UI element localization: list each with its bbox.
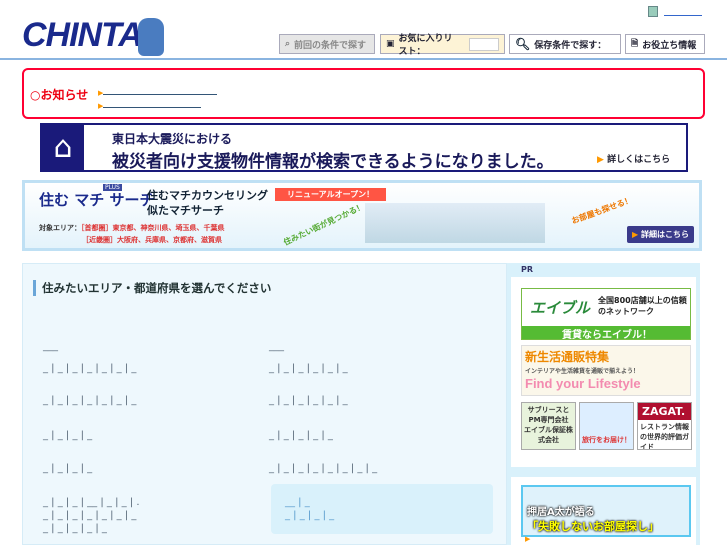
- lifestyle-ad[interactable]: 新生活通販特集 インテリアや生活雑貨を通販で揃えよう！ Find your Li…: [521, 345, 691, 396]
- area-kinki: ［近畿圏］大阪府、兵庫県、京都府、滋賀県: [82, 236, 222, 244]
- pr-label: PR: [521, 265, 534, 274]
- area-label: 対象エリア：: [39, 224, 81, 232]
- plus-badge: PLUS: [103, 184, 122, 191]
- renewal-ribbon: リニューアルオープン！: [275, 188, 387, 201]
- notice-link-1[interactable]: ▶: [98, 84, 218, 98]
- machi-tagline1: 住むマチカウンセリング: [147, 189, 268, 202]
- favorites-count-field[interactable]: [469, 37, 499, 51]
- machi-logo: 住む マチ サーチ: [39, 191, 155, 209]
- area-heading: 住みたいエリア・都道府県を選んでください: [33, 280, 271, 296]
- region-link-group[interactable]: _ | _ | _ | _: [43, 462, 92, 475]
- banner-details-link[interactable]: ▶ 詳しくはこちら: [597, 152, 670, 165]
- region-link-group[interactable]: _ | _ | _ | _ | _ | _: [269, 394, 348, 407]
- region-link-group[interactable]: _ | _ | _ | _ | _: [269, 429, 333, 442]
- region-link-group[interactable]: _ | _ | _ | _: [43, 429, 92, 442]
- region-link-group[interactable]: _ | _ | _ | __ | _ | _ | . _ | _ | _ | _…: [43, 496, 140, 535]
- region-link-group[interactable]: _ | _ | _ | _ | _ | _ | _ | _: [269, 462, 377, 475]
- area-selection-panel: 住みたいエリア・都道府県を選んでください ‾‾‾ _ | _ | _ | _ |…: [22, 263, 507, 545]
- search-icon: 🔍︎: [515, 37, 531, 51]
- region-link-group[interactable]: _ | _ | _ | _ | _ | _ | _: [43, 394, 136, 407]
- favorites-icon: ▣: [386, 39, 395, 49]
- header-divider: [0, 58, 727, 60]
- earthquake-banner[interactable]: ⌂ 東日本大震災における 被災者向け支援物件情報が検索できるようになりました。 …: [40, 123, 688, 172]
- find-town-text: 住みたい街が見つかる！: [282, 201, 366, 248]
- mascot-image: [138, 18, 164, 56]
- notice-link-2[interactable]: ▶: [98, 97, 202, 111]
- user-link[interactable]: [664, 15, 702, 16]
- zagat-ad[interactable]: ZAGAT. レストラン情報の世界的評価ガイド: [637, 402, 692, 450]
- able-guarantee-ad[interactable]: サブリースとPM専門会社 エイブル保証株式会社: [521, 402, 576, 450]
- banner-line2: 被災者向け支援物件情報が検索できるようになりました。: [112, 152, 554, 172]
- machi-search-banner[interactable]: 住む マチ サーチ PLUS 住むマチカウンセリング 似たマチサーチ リニューア…: [22, 180, 702, 251]
- chintai-travel-ad[interactable]: 旅行をお届け！: [579, 402, 634, 450]
- find-room-text: お部屋も探せる！: [570, 195, 634, 226]
- area-kanto: ［首都圏］東京都、神奈川県、埼玉県、千葉県: [81, 224, 225, 232]
- pr-sidebar: PR エイブル 全国800店舗以上の信頼のネットワーク 賃貸ならエイブル！ 新生…: [507, 263, 700, 545]
- able-ad[interactable]: エイブル 全国800店舗以上の信頼のネットワーク 賃貸ならエイブル！: [521, 288, 691, 340]
- room-search-tips-ad[interactable]: 押居A太が語る 「失敗しないお部屋探し」: [521, 485, 691, 537]
- clock-search-icon: ⌕: [285, 39, 291, 49]
- user-icon: [648, 6, 658, 17]
- arrow-icon: ▶: [525, 535, 531, 543]
- details-button[interactable]: ▶ 詳細はこちら: [627, 226, 694, 243]
- city-illustration: [365, 203, 545, 243]
- saved-search-button[interactable]: 🔍︎ 保存条件で探す：: [509, 34, 621, 54]
- favorites-list-button[interactable]: ▣ お気に入りリスト：: [380, 34, 505, 57]
- region-link-group[interactable]: ‾‾‾ _ | _ | _ | _ | _ | _ | _: [43, 349, 136, 375]
- banner-line1: 東日本大震災における: [112, 132, 233, 146]
- chintai-logo[interactable]: CHINTAI: [22, 16, 151, 55]
- house-icon: ⌂: [42, 125, 84, 170]
- highlighted-region[interactable]: __ | _ _ | _ | _ | _: [271, 484, 493, 534]
- machi-tagline2: 似たマチサーチ: [147, 204, 224, 217]
- notice-title: ○お知らせ: [30, 88, 89, 102]
- useful-info-button[interactable]: 🗎 お役立ち情報: [625, 34, 705, 54]
- document-icon: 🗎: [631, 39, 639, 49]
- region-link-group[interactable]: ‾‾‾ _ | _ | _ | _ | _ | _: [269, 349, 348, 375]
- previous-search-button[interactable]: ⌕ 前回の条件で探す: [279, 34, 375, 54]
